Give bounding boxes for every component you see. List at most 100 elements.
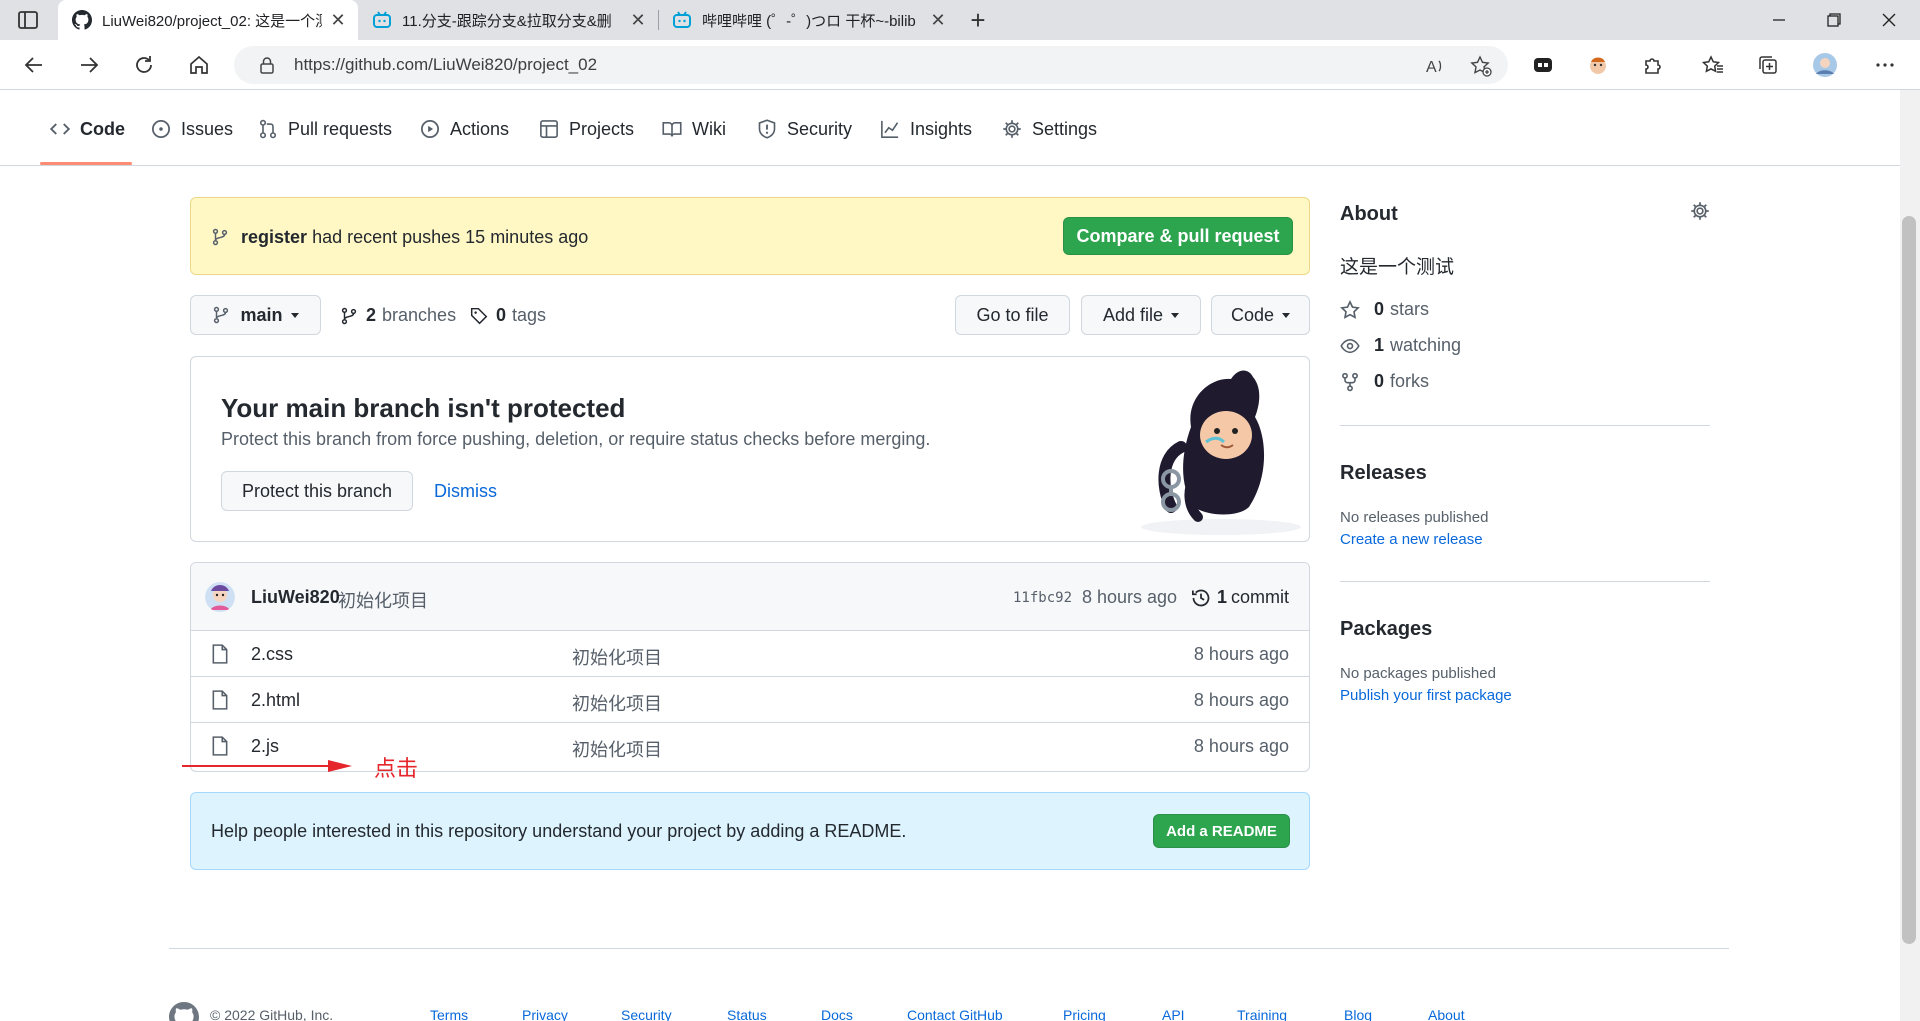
extension-icon[interactable] [1530,52,1556,78]
pushed-branch[interactable]: register [241,227,307,247]
file-time: 8 hours ago [1193,644,1289,664]
compare-pull-request-button[interactable]: Compare & pull request [1063,217,1293,255]
add-favorite-icon[interactable] [1470,55,1492,77]
more-icon[interactable] [1872,52,1898,78]
forks-link[interactable]: 0 forks [1340,371,1429,392]
publish-package-link[interactable]: Publish your first package [1340,687,1512,704]
refresh-button[interactable] [128,49,160,81]
tab-code[interactable]: Code [50,118,125,140]
address-bar-row: https://github.com/LiuWei820/project_02 … [0,40,1920,90]
footer-link-terms[interactable]: Terms [430,1007,468,1021]
footer-link-privacy[interactable]: Privacy [522,1007,568,1021]
tab-security[interactable]: Security [757,118,852,140]
collections-icon[interactable] [1755,52,1781,78]
tab-label: Security [787,118,853,139]
restore-icon [1827,13,1841,27]
branches-link[interactable]: 2 branches [340,305,456,326]
browser-tab-github[interactable]: LiuWei820/project_02: 这是一个测 ✕ [58,0,358,40]
tab-issues[interactable]: Issues [151,118,233,140]
profile-avatar[interactable] [1812,52,1838,78]
footer-link-security[interactable]: Security [621,1007,672,1021]
add-readme-button[interactable]: Add a README [1153,814,1290,848]
protect-branch-button[interactable]: Protect this branch [221,471,413,511]
commit-count: 1 [1217,587,1228,607]
footer-link-docs[interactable]: Docs [821,1007,853,1021]
tab-actions-icon[interactable] [16,8,40,32]
close-icon[interactable]: ✕ [328,10,348,30]
tab-settings[interactable]: Settings [1002,118,1097,140]
file-name[interactable]: 2.html [251,690,300,711]
footer-link-status[interactable]: Status [727,1007,767,1021]
browser-tab-bilibili-video[interactable]: 11.分支-跟踪分支&拉取分支&删 ✕ [358,0,658,40]
code-button[interactable]: Code [1211,295,1310,335]
footer-link-pricing[interactable]: Pricing [1063,1007,1106,1021]
footer-link-contact[interactable]: Contact GitHub [907,1007,1003,1021]
commit-message[interactable]: 初始化项目 [338,587,428,613]
dismiss-link[interactable]: Dismiss [434,481,497,502]
footer-link-blog[interactable]: Blog [1344,1007,1372,1021]
packages-title[interactable]: Packages [1340,618,1432,641]
branch-select-button[interactable]: main [190,295,321,335]
divider [1340,581,1710,582]
home-button[interactable] [183,49,215,81]
file-row[interactable]: 2.css 初始化项目 8 hours ago [191,631,1309,677]
github-logo-icon[interactable] [169,1002,199,1021]
tab-label: LiuWei820/project_02: 这是一个测 [102,12,322,30]
file-row[interactable]: 2.js 初始化项目 8 hours ago [191,723,1309,769]
annotation-label: 点击 [374,756,419,781]
restore-button[interactable] [1805,0,1863,40]
tab-wiki[interactable]: Wiki [662,118,726,140]
favorites-icon[interactable] [1700,52,1726,78]
file-commit-message[interactable]: 初始化项目 [572,644,662,670]
chevron-down-icon [1282,312,1291,318]
file-icon [212,644,228,664]
file-row[interactable]: 2.html 初始化项目 8 hours ago [191,677,1309,723]
commit-author[interactable]: LiuWei820 [251,587,340,608]
footer-link-training[interactable]: Training [1237,1007,1287,1021]
file-commit-message[interactable]: 初始化项目 [572,690,662,716]
file-name[interactable]: 2.css [251,644,293,665]
forward-button[interactable] [73,49,105,81]
close-icon[interactable]: ✕ [628,10,648,30]
scrollbar-thumb[interactable] [1902,216,1916,944]
footer-link-api[interactable]: API [1162,1007,1185,1021]
footer-link-about[interactable]: About [1428,1007,1465,1021]
close-window-button[interactable] [1860,0,1918,40]
gear-icon[interactable] [1690,201,1710,221]
stars-link[interactable]: 0 stars [1340,299,1429,320]
latest-commit-header: LiuWei820 初始化项目 11fbc92 8 hours ago 1 co… [191,563,1309,631]
go-to-file-button[interactable]: Go to file [955,295,1070,335]
file-commit-message[interactable]: 初始化项目 [572,736,662,762]
tab-projects[interactable]: Projects [539,118,634,140]
tags-link[interactable]: 0 tags [470,305,546,326]
tab-actions[interactable]: Actions [420,118,509,140]
tab-pull-requests[interactable]: Pull requests [258,118,392,140]
add-file-button[interactable]: Add file [1081,295,1201,335]
back-button[interactable] [18,49,50,81]
branch-protection-banner: Your main branch isn't protected Protect… [190,356,1310,542]
create-release-link[interactable]: Create a new release [1340,531,1483,548]
read-aloud-icon[interactable]: A [1424,55,1446,77]
repo-nav: Code Issues Pull requests Actions Projec… [0,90,1900,166]
commit-sha[interactable]: 11fbc92 [1013,590,1072,606]
chevron-down-icon [290,312,299,318]
about-title: About [1340,203,1398,225]
extensions-puzzle-icon[interactable] [1640,52,1666,78]
tab-insights[interactable]: Insights [880,118,972,140]
watching-link[interactable]: 1 watching [1340,335,1461,356]
avatar[interactable] [205,582,235,612]
commits-link[interactable]: 1 commit [1191,587,1289,608]
minimize-button[interactable] [1750,0,1808,40]
protection-title: Your main branch isn't protected [221,393,626,423]
url-field[interactable]: https://github.com/LiuWei820/project_02 … [234,46,1508,84]
file-time: 8 hours ago [1193,690,1289,710]
close-icon[interactable]: ✕ [928,10,948,30]
new-tab-button[interactable]: + [964,6,992,34]
file-name[interactable]: 2.js [251,736,279,757]
tab-label: Wiki [692,118,726,139]
browser-tab-bilibili-home[interactable]: 哔哩哔哩 (゜-゜)つロ 干杯~-bilib ✕ [658,0,958,40]
extension-icon[interactable] [1585,52,1611,78]
refresh-icon [136,56,152,73]
code-icon [50,123,70,135]
releases-title[interactable]: Releases [1340,462,1427,485]
